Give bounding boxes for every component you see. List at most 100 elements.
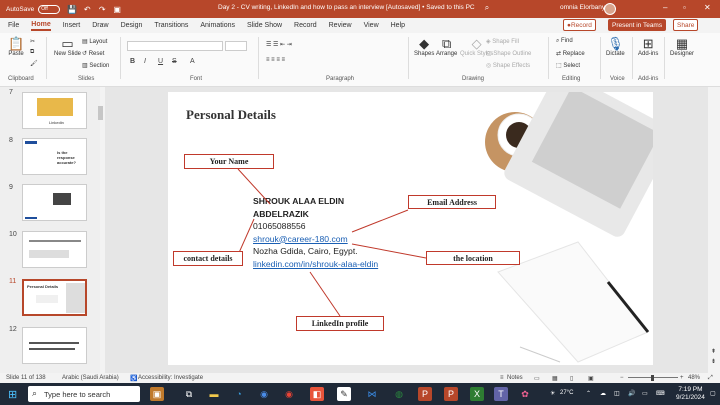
minimize-icon[interactable]: – — [663, 3, 667, 12]
fit-to-window-icon[interactable]: ⤢ — [708, 375, 713, 382]
chrome-icon[interactable]: ◉ — [257, 387, 271, 401]
autosave-toggle[interactable]: Off — [38, 4, 61, 14]
tab-design[interactable]: Design — [121, 22, 143, 29]
strikethrough-button[interactable]: S — [172, 58, 177, 65]
accessibility-status[interactable]: Accessibility: Investigate — [138, 375, 203, 381]
shapes-button[interactable]: ◆ Shapes — [414, 37, 434, 58]
font-color-icon[interactable]: A — [190, 58, 195, 65]
notepad-icon[interactable]: ✎ — [337, 387, 351, 401]
reset-button[interactable]: ↺ Reset — [82, 50, 104, 57]
new-slide-button[interactable]: ▭ New Slide — [54, 37, 81, 58]
record-button[interactable]: ● Record — [563, 19, 596, 31]
powerpoint-icon-2[interactable]: P — [444, 387, 458, 401]
italic-button[interactable]: I — [144, 58, 146, 65]
slide-title[interactable]: Personal Details — [186, 107, 276, 123]
shape-outline-button[interactable]: ▢ Shape Outline — [486, 50, 531, 57]
replace-button[interactable]: ⇄ Replace — [556, 50, 585, 57]
slide-sorter-icon[interactable]: ▦ — [552, 375, 558, 382]
tab-insert[interactable]: Insert — [63, 22, 81, 29]
personal-details-box[interactable]: SHROUK ALAA ELDIN ABDELRAZIK 01065088556… — [238, 195, 388, 271]
linkedin-profile-callout[interactable]: LinkedIn profile — [296, 316, 384, 331]
notification-icon[interactable]: ▢ — [710, 390, 716, 397]
app-icon[interactable]: ▣ — [150, 387, 164, 401]
tab-home[interactable]: Home — [31, 21, 51, 31]
battery-icon[interactable]: ▭ — [642, 390, 648, 397]
zoom-slider-handle[interactable] — [651, 375, 654, 381]
save-icon[interactable]: 💾 — [66, 3, 78, 15]
slide[interactable]: Personal Details SHROUK ALAA ELDIN ABDEL… — [168, 92, 653, 365]
slide-thumbnail-11[interactable]: Personal Details — [22, 279, 87, 316]
select-button[interactable]: ⬚ Select — [556, 62, 580, 69]
format-painter-icon[interactable]: 🖌 — [30, 60, 38, 67]
bullets-icon[interactable]: ☰ ☰ ⇤ ⇥ — [266, 41, 292, 48]
linkedin-link[interactable]: linkedin.com/in/shrouk-alaa-eldin — [253, 258, 388, 271]
add-ins-button[interactable]: ⊞ Add-ins — [638, 37, 658, 58]
taskbar-search[interactable]: ⌕ Type here to search — [28, 386, 140, 402]
edge-icon[interactable]: ◔ — [232, 387, 246, 401]
tray-chevron-icon[interactable]: ⌃ — [586, 390, 591, 397]
language-indicator[interactable]: Arabic (Saudi Arabia) — [62, 375, 119, 381]
network-icon[interactable]: ◫ — [614, 390, 620, 397]
tab-draw[interactable]: Draw — [92, 22, 108, 29]
paste-button[interactable]: 📋 Paste — [8, 37, 24, 58]
location-callout[interactable]: the location — [426, 251, 520, 265]
slide-scrollbar[interactable]: ⇞ ⇟ — [710, 88, 719, 371]
vscode-icon[interactable]: ⋈ — [365, 387, 379, 401]
shape-fill-button[interactable]: ◈ Shape Fill — [486, 38, 519, 45]
chrome-icon-2[interactable]: ◉ — [282, 387, 296, 401]
previous-slide-icon[interactable]: ⇞ — [711, 348, 716, 355]
slideshow-icon[interactable]: ▣ — [588, 375, 594, 382]
tab-slide-show[interactable]: Slide Show — [247, 22, 282, 29]
volume-icon[interactable]: 🔊 — [628, 390, 635, 397]
find-button[interactable]: ⌕ Find — [556, 38, 573, 45]
share-button[interactable]: Share — [673, 19, 699, 31]
photos-icon[interactable]: ✿ — [518, 387, 532, 401]
designer-button[interactable]: ▦ Designer — [670, 37, 694, 58]
clock[interactable]: 7:19 PM 9/21/2024 — [676, 386, 705, 402]
reading-view-icon[interactable]: ▯ — [570, 375, 573, 382]
tab-transitions[interactable]: Transitions — [154, 22, 188, 29]
zoom-out-icon[interactable]: − — [620, 375, 624, 381]
spotify-icon[interactable]: ◍ — [392, 387, 406, 401]
tab-review[interactable]: Review — [329, 22, 352, 29]
email-address-callout[interactable]: Email Address — [408, 195, 496, 209]
windows-start-icon[interactable]: ⊞ — [8, 388, 17, 401]
onedrive-icon[interactable]: ☁ — [600, 390, 606, 397]
slide-thumbnail-8[interactable]: Is the response accurate? — [22, 138, 87, 175]
language-icon[interactable]: ⌨ — [656, 390, 665, 397]
your-name-callout[interactable]: Your Name — [184, 154, 274, 169]
thumbnail-scrollbar[interactable] — [97, 88, 105, 368]
file-explorer-icon[interactable]: ▬ — [207, 387, 221, 401]
zoom-in-icon[interactable]: + — [680, 375, 684, 381]
slide-thumbnail-12[interactable] — [22, 327, 87, 364]
dictate-button[interactable]: 🎙 Dictate — [606, 37, 625, 58]
slide-thumbnail-7[interactable]: Linkedin — [22, 92, 87, 129]
tab-animations[interactable]: Animations — [200, 22, 235, 29]
undo-icon[interactable]: ↶ — [81, 3, 93, 15]
close-icon[interactable]: ✕ — [704, 3, 711, 12]
task-view-icon[interactable]: ⧉ — [182, 387, 196, 401]
cut-icon[interactable]: ✂ — [30, 38, 35, 45]
office-icon[interactable]: ◧ — [310, 387, 324, 401]
slide-thumbnail-10[interactable] — [22, 231, 87, 268]
tab-file[interactable]: File — [8, 22, 19, 29]
font-size-input[interactable] — [225, 41, 247, 51]
bold-button[interactable]: B — [130, 58, 135, 65]
normal-view-icon[interactable]: ▭ — [534, 375, 540, 382]
tab-record[interactable]: Record — [294, 22, 317, 29]
zoom-level[interactable]: 48% — [688, 375, 700, 381]
slide-thumbnail-9[interactable] — [22, 184, 87, 221]
present-in-teams-button[interactable]: Present in Teams — [608, 19, 667, 31]
shape-effects-button[interactable]: ◎ Shape Effects — [486, 62, 530, 69]
user-name[interactable]: omnia Elorbany — [560, 4, 605, 11]
contact-details-callout[interactable]: contact details — [173, 251, 243, 266]
teams-icon[interactable]: T — [494, 387, 508, 401]
next-slide-icon[interactable]: ⇟ — [711, 358, 716, 365]
font-name-input[interactable] — [127, 41, 223, 51]
search-icon[interactable]: ⌕ — [480, 3, 494, 15]
avatar[interactable] — [604, 3, 616, 15]
weather-icon[interactable]: ☀ — [550, 390, 555, 397]
tab-view[interactable]: View — [364, 22, 379, 29]
copy-icon[interactable]: ⧉ — [30, 49, 34, 56]
notes-button[interactable]: Notes — [507, 375, 523, 381]
